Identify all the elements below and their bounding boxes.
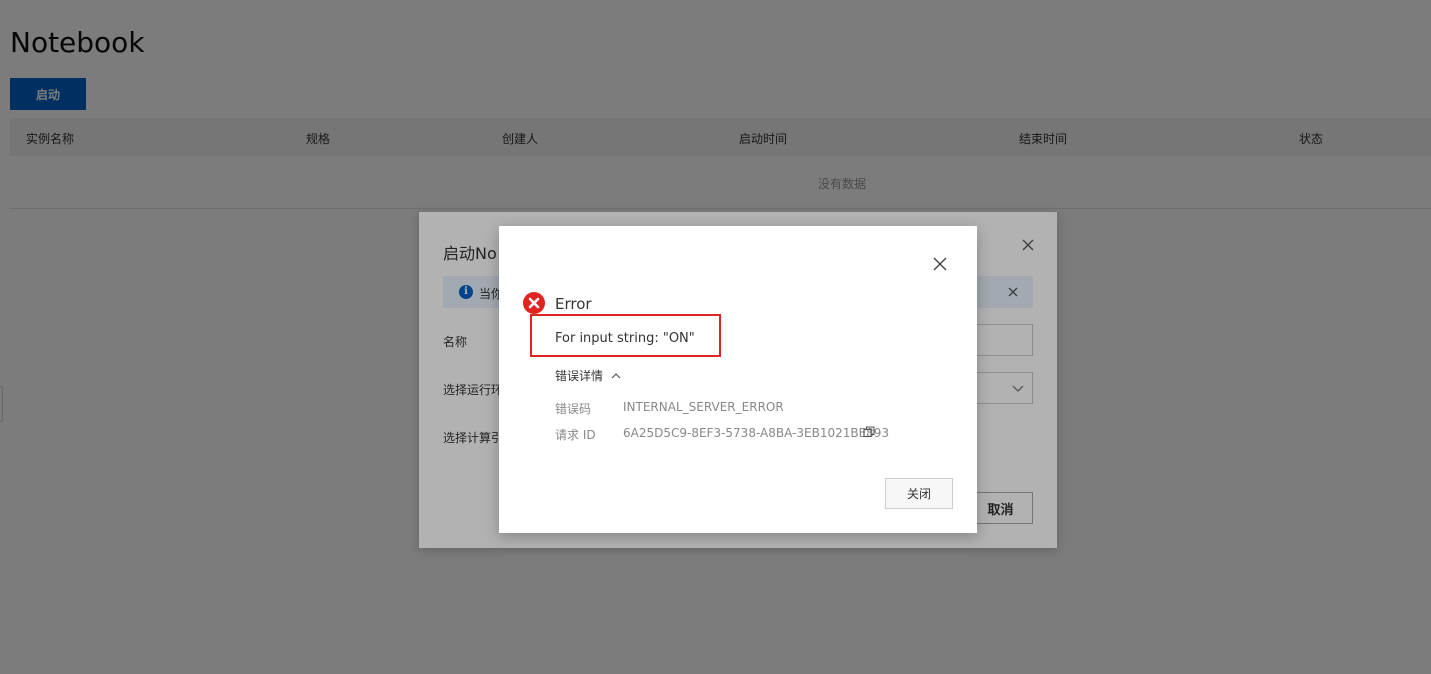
close-icon[interactable]	[932, 256, 948, 272]
error-details-toggle[interactable]: 错误详情	[555, 367, 621, 384]
error-title: Error	[555, 295, 592, 313]
error-code-key: 错误码	[555, 402, 592, 416]
copy-icon[interactable]	[863, 426, 875, 438]
error-code-value: INTERNAL_SERVER_ERROR	[623, 400, 784, 414]
error-message: For input string: "ON"	[555, 331, 695, 346]
request-id-value: 6A25D5C9-8EF3-5738-A8BA-3EB1021BE893	[623, 426, 890, 440]
request-id-key: 请求 ID	[555, 428, 596, 442]
error-icon	[523, 292, 545, 314]
error-dialog: Error For input string: "ON" 错误详情 错误码 IN…	[499, 226, 977, 533]
close-button[interactable]: 关闭	[885, 478, 953, 509]
chevron-up-icon	[611, 372, 621, 378]
error-details-label: 错误详情	[555, 369, 604, 383]
